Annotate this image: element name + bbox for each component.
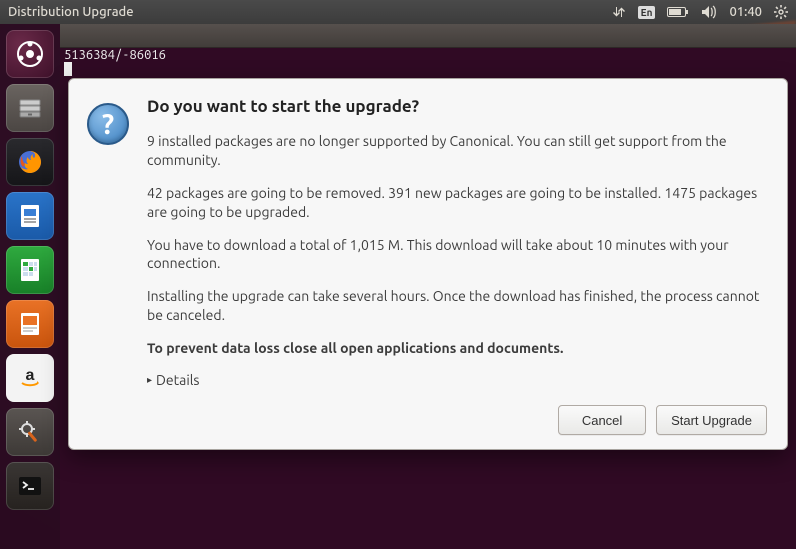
volume-icon[interactable] bbox=[701, 5, 717, 19]
details-expander[interactable]: ▸ Details bbox=[147, 372, 767, 388]
launcher-calc[interactable] bbox=[6, 246, 54, 294]
dialog-content: Do you want to start the upgrade? 9 inst… bbox=[147, 97, 767, 435]
gear-icon[interactable] bbox=[774, 5, 788, 19]
menu-bar: Distribution Upgrade En 01:40 bbox=[0, 0, 796, 24]
details-label: Details bbox=[156, 372, 199, 388]
launcher-files[interactable] bbox=[6, 84, 54, 132]
launcher-amazon[interactable]: a bbox=[6, 354, 54, 402]
network-icon[interactable] bbox=[612, 5, 626, 19]
launcher-terminal[interactable] bbox=[6, 462, 54, 510]
launcher-impress[interactable] bbox=[6, 300, 54, 348]
launcher-firefox[interactable] bbox=[6, 138, 54, 186]
launcher-settings[interactable] bbox=[6, 408, 54, 456]
svg-text:a: a bbox=[26, 367, 35, 384]
upgrade-dialog: ? Do you want to start the upgrade? 9 in… bbox=[68, 78, 788, 450]
dialog-text-packages: 42 packages are going to be removed. 391… bbox=[147, 184, 767, 222]
launcher: a bbox=[0, 24, 60, 549]
dialog-text-download: You have to download a total of 1,015 M.… bbox=[147, 236, 767, 274]
launcher-dash[interactable] bbox=[6, 30, 54, 78]
battery-icon[interactable] bbox=[667, 6, 689, 18]
dialog-button-row: Cancel Start Upgrade bbox=[147, 405, 767, 435]
clock[interactable]: 01:40 bbox=[729, 5, 762, 19]
window-title: Distribution Upgrade bbox=[8, 5, 612, 19]
dialog-text-warning: To prevent data loss close all open appl… bbox=[147, 339, 767, 358]
launcher-writer[interactable] bbox=[6, 192, 54, 240]
cancel-button[interactable]: Cancel bbox=[558, 405, 646, 435]
dialog-text-unsupported: 9 installed packages are no longer suppo… bbox=[147, 132, 767, 170]
dialog-icon-column: ? bbox=[87, 97, 131, 435]
dialog-text-duration: Installing the upgrade can take several … bbox=[147, 287, 767, 325]
terminal-line: 5136384/-86016 bbox=[64, 48, 166, 62]
system-indicators: En 01:40 bbox=[612, 5, 788, 19]
start-upgrade-button[interactable]: Start Upgrade bbox=[656, 405, 767, 435]
dialog-heading: Do you want to start the upgrade? bbox=[147, 97, 767, 116]
terminal-titlebar bbox=[60, 24, 796, 48]
terminal-cursor bbox=[64, 62, 72, 76]
chevron-right-icon: ▸ bbox=[147, 374, 152, 386]
language-indicator[interactable]: En bbox=[638, 6, 656, 19]
question-icon: ? bbox=[87, 103, 129, 145]
